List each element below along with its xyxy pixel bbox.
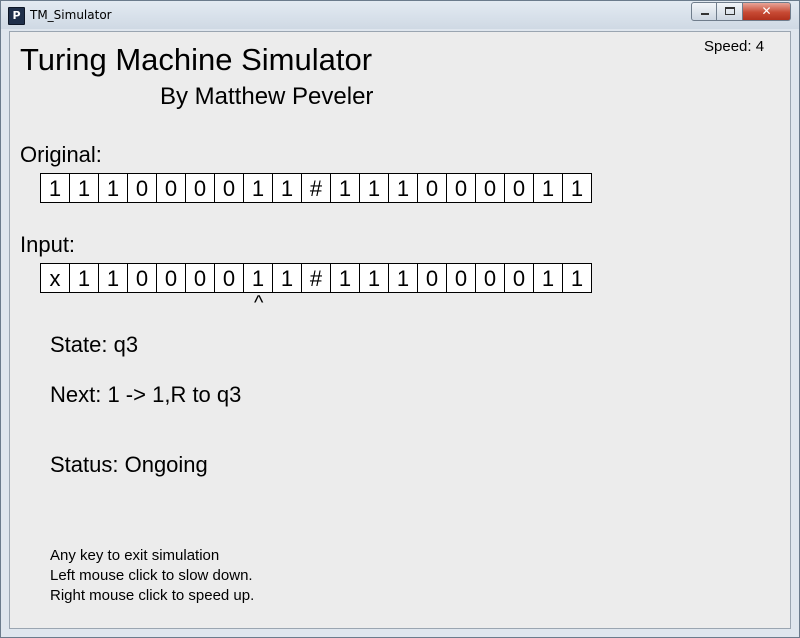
tape-head-marker: ^ bbox=[254, 292, 264, 314]
minimize-icon bbox=[701, 13, 709, 15]
next-transition-text: Next: 1 -> 1,R to q3 bbox=[50, 382, 242, 407]
minimize-button[interactable] bbox=[691, 2, 717, 21]
tape-cell: 0 bbox=[446, 173, 476, 203]
help-exit-text: Any key to exit simulation bbox=[50, 547, 220, 564]
tape-cell: 0 bbox=[214, 263, 244, 293]
tape-cell: 1 bbox=[388, 263, 418, 293]
tape-cell: 1 bbox=[98, 263, 128, 293]
tape-cell: 0 bbox=[446, 263, 476, 293]
input-tape: x 1 1 0 0 0 0 1 1 #1 1 1 0 0 0 0 1 1 bbox=[40, 263, 592, 293]
close-button[interactable]: ✕ bbox=[743, 2, 791, 21]
window-title: TM_Simulator bbox=[30, 8, 112, 22]
tape-cell: 1 bbox=[330, 263, 360, 293]
tape-cell: 1 bbox=[330, 173, 360, 203]
tape-cell: 0 bbox=[504, 173, 534, 203]
tape-cell: 0 bbox=[185, 263, 215, 293]
tape-cell: 1 bbox=[359, 263, 389, 293]
tape-cell: 1 bbox=[40, 173, 70, 203]
tape-cell: 0 bbox=[127, 263, 157, 293]
tape-cell: 1 bbox=[533, 263, 563, 293]
original-label: Original: bbox=[20, 142, 102, 167]
tape-cell: 1 bbox=[272, 263, 302, 293]
app-window: P TM_Simulator ✕ Turing Machine Simulato… bbox=[0, 0, 800, 638]
page-title: Turing Machine Simulator bbox=[20, 42, 373, 77]
help-slow-text: Left mouse click to slow down. bbox=[50, 567, 253, 584]
tape-cell: 1 bbox=[359, 173, 389, 203]
tape-cell: # bbox=[301, 173, 331, 203]
input-label: Input: bbox=[20, 232, 76, 257]
tape-cell: 0 bbox=[417, 263, 447, 293]
tape-cell: 0 bbox=[156, 263, 186, 293]
author-byline: By Matthew Peveler bbox=[160, 83, 374, 110]
tape-cell: 1 bbox=[562, 263, 592, 293]
maximize-icon bbox=[725, 7, 735, 15]
tape-cell: 1 bbox=[388, 173, 418, 203]
original-tape: 1 1 1 0 0 0 0 1 1 #1 1 1 0 0 0 0 1 1 bbox=[40, 173, 592, 203]
tape-cell: 1 bbox=[69, 263, 99, 293]
status-text: Status: Ongoing bbox=[50, 452, 208, 477]
tape-cell: 1 bbox=[243, 173, 273, 203]
simulator-canvas[interactable]: Turing Machine Simulator By Matthew Peve… bbox=[9, 31, 791, 629]
title-bar[interactable]: P TM_Simulator ✕ bbox=[1, 1, 799, 29]
tape-cell: 0 bbox=[185, 173, 215, 203]
speed-indicator: Speed: 4 bbox=[704, 38, 765, 55]
tape-cell: x bbox=[40, 263, 70, 293]
tape-cell: 0 bbox=[475, 173, 505, 203]
tape-cell: 1 bbox=[562, 173, 592, 203]
tape-cell: 0 bbox=[127, 173, 157, 203]
tape-cell: # bbox=[301, 263, 331, 293]
tape-cell: 1 bbox=[243, 263, 273, 293]
app-icon: P bbox=[8, 7, 25, 25]
help-fast-text: Right mouse click to speed up. bbox=[50, 587, 255, 604]
state-text: State: q3 bbox=[50, 332, 139, 357]
tape-cell: 1 bbox=[533, 173, 563, 203]
tape-cell: 0 bbox=[214, 173, 244, 203]
tape-cell: 0 bbox=[156, 173, 186, 203]
tape-cell: 0 bbox=[475, 263, 505, 293]
tape-cell: 1 bbox=[98, 173, 128, 203]
maximize-button[interactable] bbox=[717, 2, 743, 21]
tape-cell: 1 bbox=[69, 173, 99, 203]
tape-cell: 0 bbox=[504, 263, 534, 293]
close-icon: ✕ bbox=[761, 4, 772, 18]
tape-cell: 1 bbox=[272, 173, 302, 203]
tape-cell: 0 bbox=[417, 173, 447, 203]
